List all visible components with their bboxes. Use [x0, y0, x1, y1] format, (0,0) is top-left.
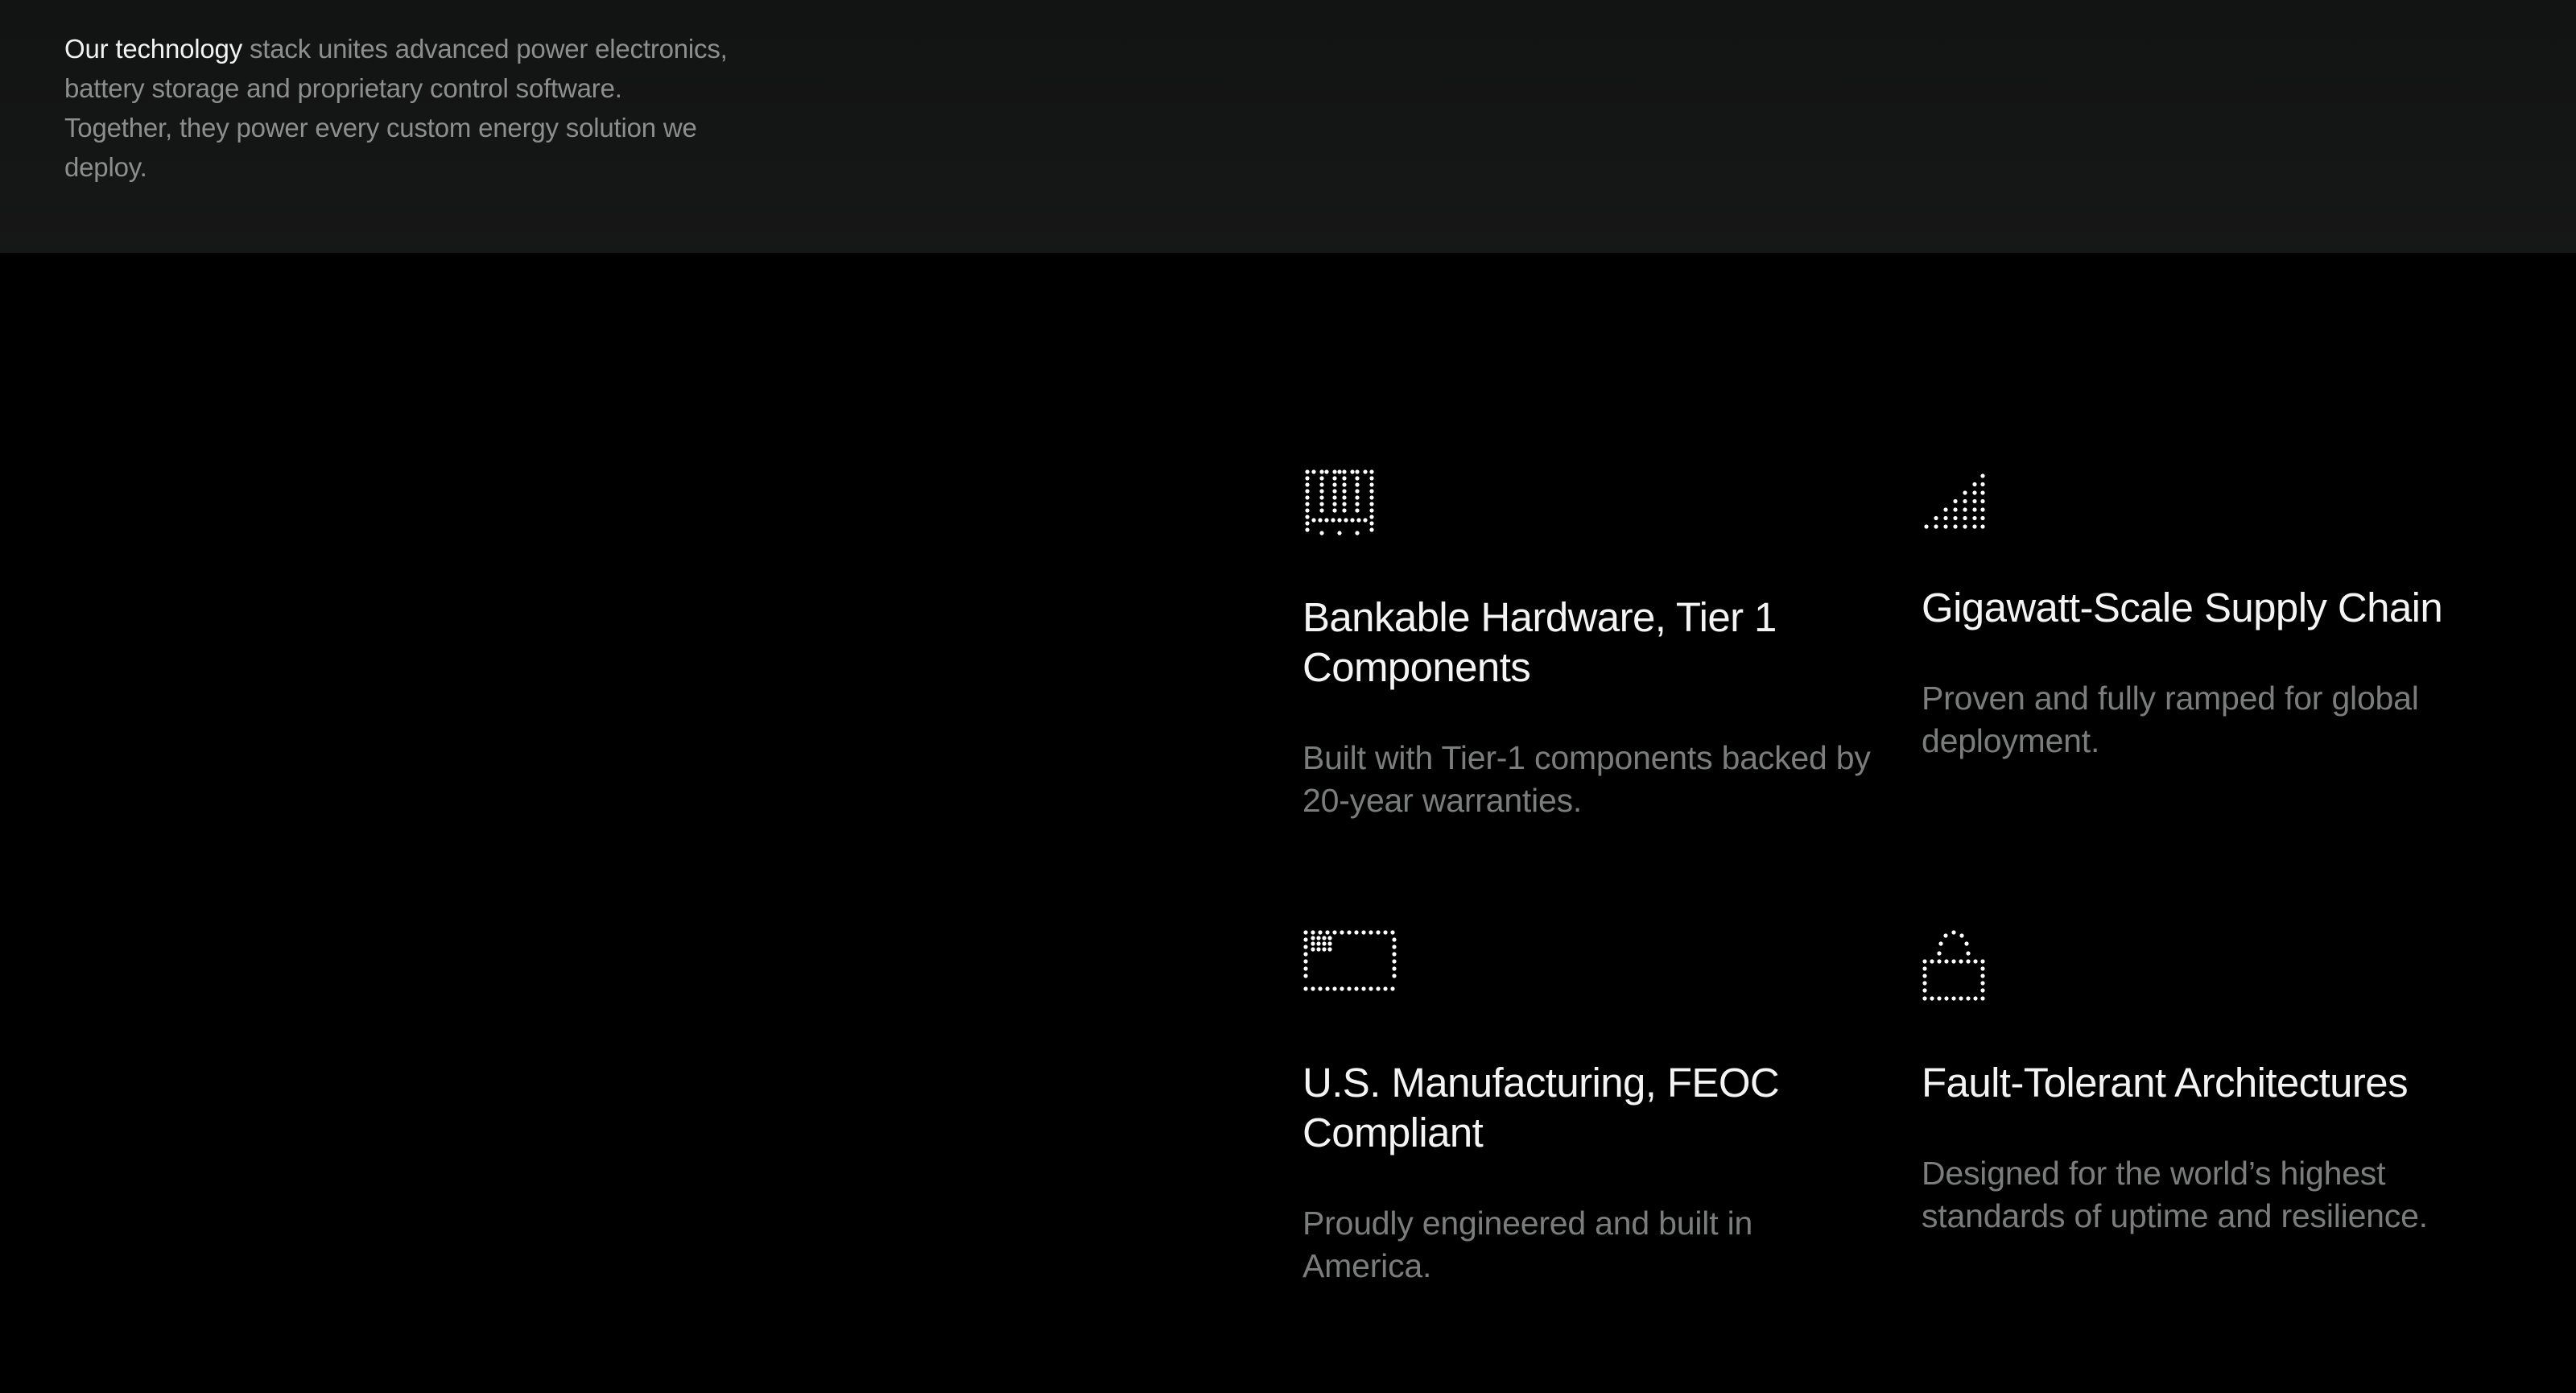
- feature-title: Gigawatt-Scale Supply Chain: [1922, 585, 2443, 630]
- feature-card-supply-chain: Gigawatt-Scale Supply Chain Proven and f…: [1922, 467, 2501, 773]
- feature-title: Bankable Hardware, Tier 1 Components: [1302, 594, 1777, 690]
- signal-bars-icon: [1924, 473, 1985, 529]
- feature-description: Built with Tier-1 components backed by 2…: [1302, 739, 1871, 819]
- feature-description: Designed for the world’s highest standar…: [1922, 1155, 2428, 1234]
- factory-panel-icon: [1303, 930, 1397, 991]
- shield-lock-icon: [1922, 930, 1985, 1001]
- intro-paragraph: Our technology stack unites advanced pow…: [64, 29, 733, 187]
- intro-lead: Our technology: [64, 34, 242, 64]
- intro-band: Our technology stack unites advanced pow…: [0, 0, 2576, 253]
- hardware-grid-icon: [1305, 469, 1374, 535]
- feature-description: Proudly engineered and built in America.: [1302, 1205, 1753, 1284]
- feature-card-fault-tolerant: Fault-Tolerant Architectures Designed fo…: [1922, 929, 2501, 1267]
- feature-title: U.S. Manufacturing, FEOC Compliant: [1302, 1060, 1780, 1155]
- feature-title: Fault-Tolerant Architectures: [1922, 1060, 2409, 1106]
- feature-description: Proven and fully ramped for global deplo…: [1922, 680, 2419, 759]
- feature-card-hardware: Bankable Hardware, Tier 1 Components Bui…: [1302, 467, 1882, 829]
- feature-card-manufacturing: U.S. Manufacturing, FEOC Compliant Proud…: [1302, 929, 1882, 1292]
